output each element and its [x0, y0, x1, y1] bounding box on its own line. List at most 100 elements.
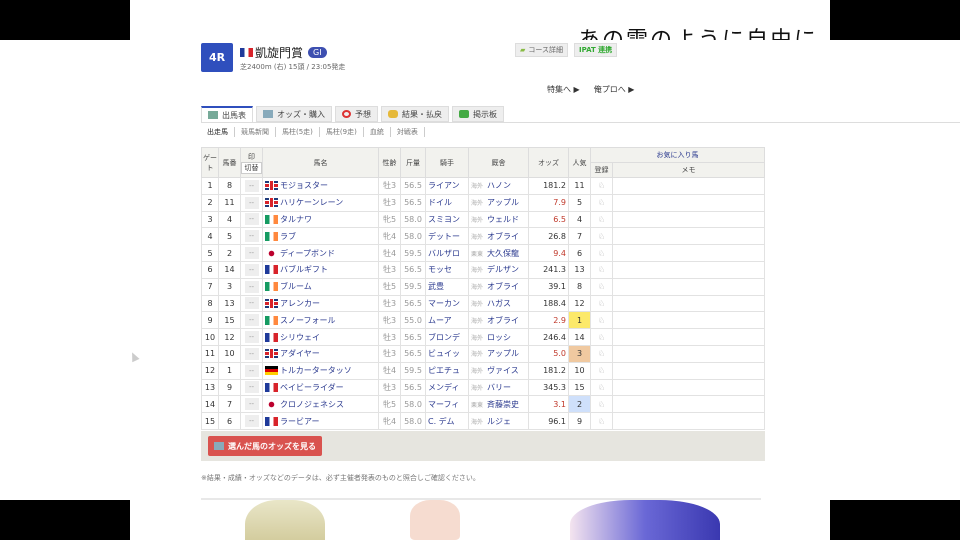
- subtab-runners[interactable]: 出走馬: [207, 127, 235, 137]
- mark-select[interactable]: --: [244, 230, 259, 243]
- mark-cell[interactable]: --: [240, 412, 263, 430]
- jockey-link[interactable]: ビュイッ: [425, 344, 469, 363]
- ipat-button[interactable]: IPAT 連携: [574, 43, 618, 57]
- register-favorite-icon[interactable]: ♘: [590, 277, 613, 296]
- memo-cell[interactable]: [612, 395, 765, 414]
- register-favorite-icon[interactable]: ♘: [590, 244, 613, 262]
- horse-name-link[interactable]: ブルーム: [280, 282, 312, 291]
- horse-name-link[interactable]: クロノジェネシス: [280, 400, 344, 409]
- jockey-link[interactable]: スミヨン: [425, 210, 469, 229]
- memo-cell[interactable]: [612, 227, 765, 246]
- jockey-link[interactable]: モッセ: [425, 260, 469, 279]
- mark-cell[interactable]: --: [240, 260, 263, 279]
- memo-cell[interactable]: [612, 193, 765, 212]
- course-detail-button[interactable]: ▰ コース詳細: [515, 43, 569, 57]
- trainer-link[interactable]: オブライ: [487, 282, 519, 291]
- jockey-link[interactable]: ムーア: [425, 311, 469, 330]
- view-selected-odds-button[interactable]: 選んだ馬のオッズを見る: [208, 436, 322, 456]
- register-favorite-icon[interactable]: ♘: [590, 210, 613, 229]
- horse-name-cell[interactable]: アダイヤー: [262, 344, 379, 363]
- trainer-link[interactable]: ヴァイス: [487, 366, 519, 375]
- mark-toggle-button[interactable]: 切替: [241, 161, 262, 174]
- horse-name-cell[interactable]: タルナワ: [262, 210, 379, 229]
- jockey-link[interactable]: メンディ: [425, 378, 469, 397]
- horse-name-link[interactable]: モジョスター: [280, 181, 328, 190]
- trainer-link[interactable]: アップル: [487, 198, 519, 207]
- header-weight[interactable]: 斤量: [400, 147, 426, 178]
- horse-name-link[interactable]: トルカータータッソ: [280, 366, 352, 375]
- trainer-link[interactable]: オブライ: [487, 316, 519, 325]
- register-favorite-icon[interactable]: ♘: [590, 378, 613, 397]
- mark-select[interactable]: --: [244, 280, 259, 293]
- horse-name-link[interactable]: シリウェイ: [280, 333, 320, 342]
- jockey-link[interactable]: バルザロ: [425, 244, 469, 262]
- horse-name-cell[interactable]: ディープボンド: [262, 244, 379, 262]
- my-pro-link[interactable]: 俺プロへ ▶: [594, 85, 635, 94]
- mark-select[interactable]: --: [244, 381, 259, 394]
- register-favorite-icon[interactable]: ♘: [590, 412, 613, 430]
- memo-cell[interactable]: [612, 294, 765, 313]
- mark-cell[interactable]: --: [240, 294, 263, 313]
- horse-name-cell[interactable]: ラービアー: [262, 412, 379, 430]
- register-favorite-icon[interactable]: ♘: [590, 294, 613, 313]
- register-favorite-icon[interactable]: ♘: [590, 177, 613, 195]
- jockey-link[interactable]: 武豊: [425, 277, 469, 296]
- header-name[interactable]: 馬名: [262, 147, 379, 178]
- mark-cell[interactable]: --: [240, 193, 263, 212]
- memo-cell[interactable]: [612, 344, 765, 363]
- mark-select[interactable]: --: [244, 196, 259, 209]
- register-favorite-icon[interactable]: ♘: [590, 328, 613, 346]
- header-num[interactable]: 馬番: [218, 147, 241, 178]
- subtab-past9[interactable]: 馬柱(9走): [320, 127, 364, 137]
- mark-select[interactable]: --: [244, 179, 259, 192]
- subtab-matchups[interactable]: 対戦表: [391, 127, 425, 137]
- horse-name-link[interactable]: ベイビーライダー: [280, 383, 344, 392]
- register-favorite-icon[interactable]: ♘: [590, 395, 613, 414]
- mark-select[interactable]: --: [244, 398, 259, 411]
- jockey-link[interactable]: マーフィ: [425, 395, 469, 414]
- trainer-link[interactable]: ハノン: [487, 181, 511, 190]
- horse-name-cell[interactable]: ブルーム: [262, 277, 379, 296]
- mark-select[interactable]: --: [244, 297, 259, 310]
- mark-select[interactable]: --: [244, 314, 259, 327]
- mark-select[interactable]: --: [244, 331, 259, 344]
- horse-name-link[interactable]: アダイヤー: [280, 349, 320, 358]
- horse-name-link[interactable]: ディープボンド: [280, 249, 335, 258]
- horse-name-link[interactable]: タルナワ: [280, 215, 312, 224]
- horse-name-cell[interactable]: ラブ: [262, 227, 379, 246]
- mark-cell[interactable]: --: [240, 227, 263, 246]
- horse-name-link[interactable]: ラービアー: [280, 417, 320, 426]
- tab-prediction[interactable]: 予想: [335, 106, 378, 122]
- mark-cell[interactable]: --: [240, 378, 263, 397]
- mark-select[interactable]: --: [244, 364, 259, 377]
- mark-cell[interactable]: --: [240, 344, 263, 363]
- memo-cell[interactable]: [612, 361, 765, 380]
- header-mark[interactable]: 印切替: [240, 147, 263, 178]
- memo-cell[interactable]: [612, 311, 765, 330]
- horse-name-cell[interactable]: ベイビーライダー: [262, 378, 379, 397]
- subtab-pedigree[interactable]: 血統: [364, 127, 391, 137]
- tab-board[interactable]: 掲示板: [452, 106, 504, 122]
- trainer-link[interactable]: 斉藤崇史: [487, 400, 519, 409]
- jockey-link[interactable]: ライアン: [425, 177, 469, 195]
- register-favorite-icon[interactable]: ♘: [590, 193, 613, 212]
- horse-name-cell[interactable]: モジョスター: [262, 177, 379, 195]
- memo-cell[interactable]: [612, 210, 765, 229]
- horse-name-cell[interactable]: シリウェイ: [262, 328, 379, 346]
- trainer-link[interactable]: デルザン: [487, 265, 519, 274]
- horse-name-link[interactable]: ラブ: [280, 232, 296, 241]
- trainer-link[interactable]: 大久保龍: [487, 249, 519, 258]
- tab-odds[interactable]: オッズ・購入: [256, 106, 332, 122]
- jockey-link[interactable]: ブロンデ: [425, 328, 469, 346]
- feature-link[interactable]: 特集へ ▶: [547, 85, 580, 94]
- trainer-link[interactable]: ハガス: [487, 299, 511, 308]
- jockey-link[interactable]: デットー: [425, 227, 469, 246]
- horse-name-cell[interactable]: ハリケーンレーン: [262, 193, 379, 212]
- register-favorite-icon[interactable]: ♘: [590, 311, 613, 330]
- horse-name-link[interactable]: スノーフォール: [280, 316, 336, 325]
- trainer-link[interactable]: アップル: [487, 349, 519, 358]
- memo-cell[interactable]: [612, 277, 765, 296]
- mark-cell[interactable]: --: [240, 328, 263, 346]
- jockey-link[interactable]: ドイル: [425, 193, 469, 212]
- jockey-link[interactable]: マーカン: [425, 294, 469, 313]
